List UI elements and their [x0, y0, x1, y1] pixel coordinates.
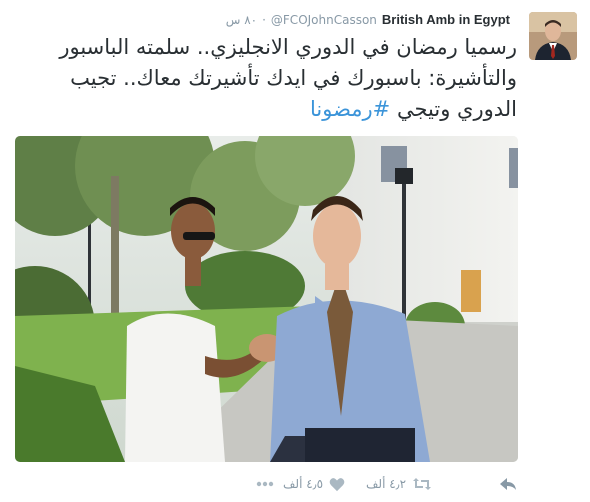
tweet-photo[interactable] — [15, 136, 518, 462]
tweet: ٨٠ س · @FCOJohnCasson British Amb in Egy… — [0, 0, 590, 502]
tweet-text-body: رسميا رمضان في الدوري الانجليزي.. سلمته … — [59, 35, 517, 121]
more-button[interactable] — [256, 472, 274, 496]
user-handle[interactable]: @FCOJohnCasson — [271, 13, 377, 27]
heart-icon — [329, 477, 345, 492]
user-display-name[interactable]: British Amb in Egypt — [382, 12, 510, 27]
photo-illustration — [15, 136, 518, 462]
retweet-icon — [412, 477, 432, 491]
hashtag-link[interactable]: #رمضونا — [310, 97, 390, 121]
reply-button[interactable] — [499, 472, 517, 496]
tweet-text: رسميا رمضان في الدوري الانجليزي.. سلمته … — [15, 32, 517, 125]
more-icon — [256, 481, 274, 487]
tweet-timestamp[interactable]: ٨٠ س — [226, 13, 257, 27]
tweet-actions: ٤٫٥ ألف ٤٫٢ ألف — [0, 472, 590, 496]
avatar[interactable] — [529, 12, 577, 60]
retweet-button[interactable]: ٤٫٢ ألف — [366, 472, 432, 496]
tweet-header: ٨٠ س · @FCOJohnCasson British Amb in Egy… — [226, 12, 510, 32]
separator-dot: · — [262, 13, 266, 27]
like-button[interactable]: ٤٫٥ ألف — [283, 472, 345, 496]
retweet-count: ٤٫٢ ألف — [366, 477, 407, 491]
reply-icon — [499, 477, 517, 491]
like-count: ٤٫٥ ألف — [283, 477, 324, 491]
